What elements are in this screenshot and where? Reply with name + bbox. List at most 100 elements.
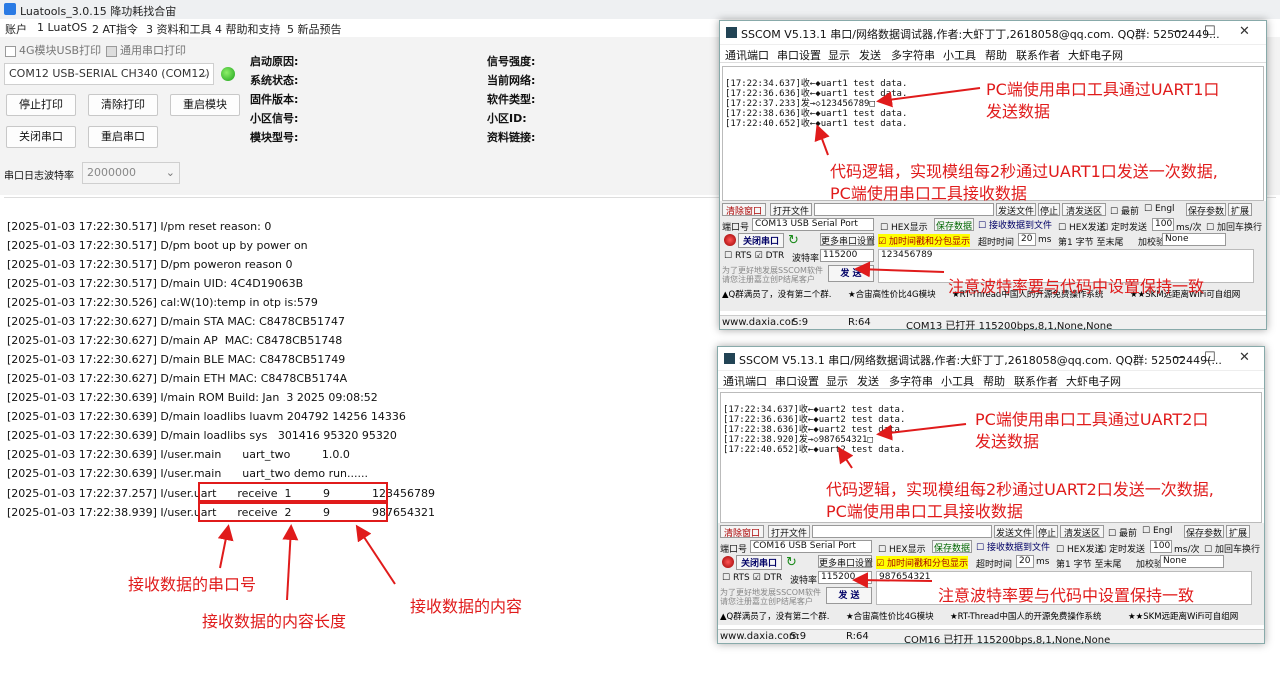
sscom2-menu-port[interactable]: 通讯端口 [723, 373, 767, 389]
menu-new[interactable]: 5 新品预告 [287, 21, 342, 37]
sscom1-timestamp[interactable]: ☑ 加时间戳和分包显示 [878, 234, 970, 247]
sscom1-menu-daxia[interactable]: 大虾电子网 [1068, 47, 1123, 63]
port-select[interactable]: COM12 USB-SERIAL CH340 (COM12) ⌄ [4, 63, 214, 85]
sscom2-add-crlf[interactable]: ☐ 加回车换行 [1204, 542, 1260, 555]
sscom2-send-file-button[interactable]: 发送文件 [994, 525, 1034, 539]
sscom1-clear-window-button[interactable]: 清除窗口 [722, 203, 766, 217]
sscom2-ad-3[interactable]: ★RT-Thread中国人的开源免费操作系统 [950, 610, 1101, 622]
menu-account[interactable]: 账户 [5, 21, 27, 37]
sscom2-interval-input[interactable]: 100 [1150, 540, 1172, 553]
sscom1-status-site[interactable]: www.daxia.cor [722, 317, 795, 328]
check-uart-print[interactable]: 通用串口打印 [106, 42, 186, 58]
sscom1-menu-multi[interactable]: 多字符串 [891, 47, 935, 63]
menu-help[interactable]: 4 帮助和支持 [215, 21, 281, 37]
sscom2-menu-send[interactable]: 发送 [857, 373, 879, 389]
sscom2-ad-2[interactable]: ★合宙高性价比4G模块 [846, 610, 934, 622]
sscom2-open-close-button[interactable]: 关闭串口 [736, 555, 782, 570]
sscom1-hex-show[interactable]: ☐ HEX显示 [880, 220, 928, 233]
sscom1-timed-send[interactable]: ☐ 定时发送 [1100, 220, 1147, 233]
refresh-icon[interactable]: ↻ [786, 555, 797, 570]
sscom2-menu-multi[interactable]: 多字符串 [889, 373, 933, 389]
menu-tools[interactable]: 3 资料和工具 [146, 21, 212, 37]
sscom2-clear-send-button[interactable]: 清发送区 [1060, 525, 1104, 539]
sscom1-rts[interactable]: ☐ RTS ☑ DTR [724, 251, 784, 261]
baud-select[interactable]: 2000000 ⌄ [82, 162, 180, 184]
close-icon[interactable]: ✕ [1239, 24, 1250, 39]
sscom2-file-path[interactable] [812, 525, 992, 538]
restart-module-button[interactable]: 重启模块 [170, 94, 240, 116]
restart-port-button[interactable]: 重启串口 [88, 126, 158, 148]
sscom2-ad-4[interactable]: ★★SKM远距离WiFi可自组网 [1128, 610, 1238, 622]
sscom1-topmost[interactable]: ☐ 最前 [1110, 204, 1139, 217]
sscom2-menu-tools[interactable]: 小工具 [941, 373, 974, 389]
sscom1-baud-select[interactable]: 115200 [820, 249, 874, 262]
sscom1-ad-2[interactable]: ★合宙高性价比4G模块 [848, 288, 936, 300]
sscom2-send-button[interactable]: 发 送 [826, 587, 872, 604]
sscom2-menu-display[interactable]: 显示 [826, 373, 848, 389]
sscom1-menu-tools[interactable]: 小工具 [943, 47, 976, 63]
sscom2-timestamp[interactable]: ☑ 加时间戳和分包显示 [876, 556, 968, 569]
menu-luatos[interactable]: 1 LuatOS [37, 21, 87, 34]
check-4g-usb[interactable]: 4G模块USB打印 [5, 42, 101, 58]
minimize-icon[interactable]: — [1172, 24, 1185, 39]
sscom2-recv-to-file[interactable]: ☐ 接收数据到文件 [976, 540, 1050, 553]
sscom1-expand-button[interactable]: 扩展 [1228, 203, 1252, 217]
sscom2-menu-help[interactable]: 帮助 [983, 373, 1005, 389]
sscom1-recv-to-file[interactable]: ☐ 接收数据到文件 [978, 218, 1052, 231]
sscom2-menu-settings[interactable]: 串口设置 [775, 373, 819, 389]
refresh-icon[interactable]: ↻ [788, 233, 799, 248]
sscom2-timed-send[interactable]: ☐ 定时发送 [1098, 542, 1145, 555]
sscom2-checksum-select[interactable]: None [1160, 555, 1224, 568]
sscom1-add-crlf[interactable]: ☐ 加回车换行 [1206, 220, 1262, 233]
sscom2-menu-daxia[interactable]: 大虾电子网 [1066, 373, 1121, 389]
sscom1-baud-label: 波特率 [792, 254, 820, 264]
sscom2-hex-show[interactable]: ☐ HEX显示 [878, 542, 926, 555]
sscom1-port-select[interactable]: COM13 USB Serial Port [752, 218, 874, 231]
sscom1-menu-help[interactable]: 帮助 [985, 47, 1007, 63]
sscom2-menu-contact[interactable]: 联系作者 [1014, 373, 1058, 389]
sscom2-english[interactable]: ☐ Engl [1142, 526, 1173, 536]
maximize-icon[interactable]: ☐ [1204, 24, 1216, 39]
sscom2-hex-send[interactable]: ☐ HEX发送 [1056, 542, 1104, 555]
minimize-icon[interactable]: — [1172, 350, 1185, 365]
stop-print-button[interactable]: 停止打印 [6, 94, 76, 116]
clear-print-button[interactable]: 清除打印 [88, 94, 158, 116]
sscom2-save-data-button[interactable]: 保存数据 [932, 540, 972, 554]
sscom2-port-select[interactable]: COM16 USB Serial Port [750, 540, 872, 553]
sscom1-menu-settings[interactable]: 串口设置 [777, 47, 821, 63]
sscom1-open-file-button[interactable]: 打开文件 [770, 203, 812, 217]
sscom1-ad-1[interactable]: ▲Q群满员了，没有第二个群. [722, 288, 831, 300]
sscom1-interval-input[interactable]: 100 [1152, 218, 1174, 231]
sscom1-hex-send[interactable]: ☐ HEX发送 [1058, 220, 1106, 233]
sscom1-send-button[interactable]: 发 送 [828, 265, 874, 282]
sscom2-clear-window-button[interactable]: 清除窗口 [720, 525, 764, 539]
sscom2-stop-button[interactable]: 停止 [1036, 525, 1058, 539]
sscom1-save-data-button[interactable]: 保存数据 [934, 218, 974, 232]
sscom1-english[interactable]: ☐ Engl [1144, 204, 1175, 214]
sscom1-open-close-button[interactable]: 关闭串口 [738, 233, 784, 248]
close-icon[interactable]: ✕ [1239, 350, 1250, 365]
sscom2-ad-1[interactable]: ▲Q群满员了，没有第二个群. [720, 610, 829, 622]
sscom2-save-params-button[interactable]: 保存参数 [1184, 525, 1224, 539]
sscom2-timeout-input[interactable]: 20 [1016, 555, 1034, 568]
sscom2-rts[interactable]: ☐ RTS ☑ DTR [722, 573, 782, 583]
log-line: [2025-01-03 17:22:30.517] I/pm reset rea… [7, 220, 272, 233]
sscom2-open-file-button[interactable]: 打开文件 [768, 525, 810, 539]
sscom1-menu-send[interactable]: 发送 [859, 47, 881, 63]
sscom2-expand-button[interactable]: 扩展 [1226, 525, 1250, 539]
sscom1-menu-display[interactable]: 显示 [828, 47, 850, 63]
sscom1-menu-contact[interactable]: 联系作者 [1016, 47, 1060, 63]
sscom2-more-settings-button[interactable]: 更多串口设置 [818, 555, 873, 569]
sscom1-timeout-input[interactable]: 20 [1018, 233, 1036, 246]
sscom1-more-settings-button[interactable]: 更多串口设置 [820, 233, 875, 247]
sscom1-checksum-select[interactable]: None [1162, 233, 1226, 246]
menu-at[interactable]: 2 AT指令 [92, 21, 138, 37]
annotation-uart1-logic-line1: 代码逻辑，实现模组每2秒通过UART1口发送一次数据, [830, 162, 1218, 181]
maximize-icon[interactable]: ☐ [1204, 350, 1216, 365]
sscom2-status-site[interactable]: www.daxia.com [720, 631, 799, 642]
sscom2-baud-select[interactable]: 115200 [818, 571, 872, 584]
sscom1-menu-port[interactable]: 通讯端口 [725, 47, 769, 63]
checkbox-icon: ☐ [976, 543, 985, 553]
close-port-button[interactable]: 关闭串口 [6, 126, 76, 148]
sscom2-topmost[interactable]: ☐ 最前 [1108, 526, 1137, 539]
